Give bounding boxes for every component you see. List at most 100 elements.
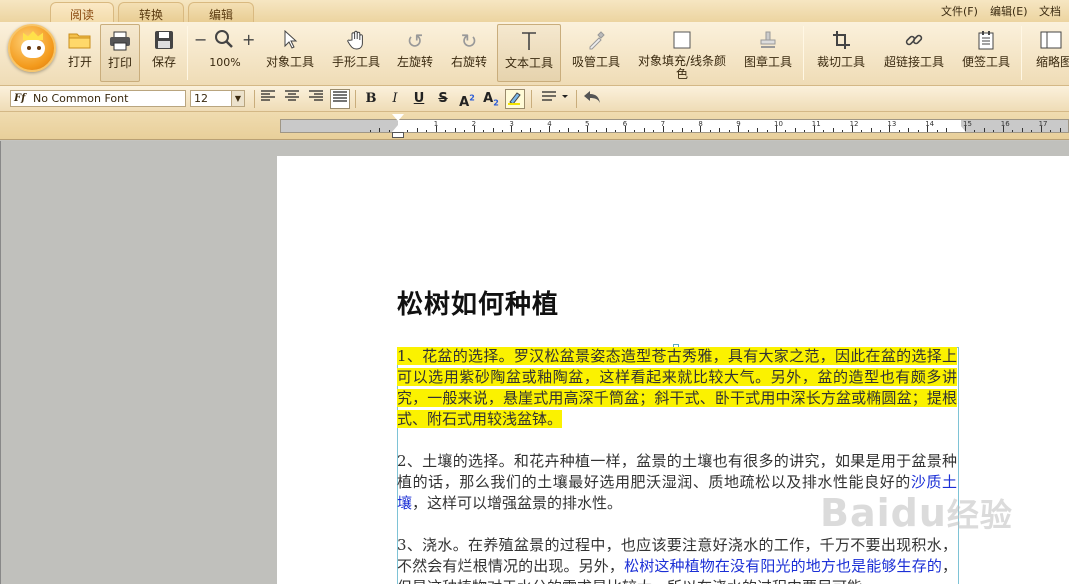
zoom-in-icon[interactable]: +	[242, 30, 255, 49]
text-cursor-icon	[498, 31, 560, 53]
rotate-right-icon: ↻	[460, 29, 478, 53]
paragraph-2-text: 2、土壤的选择。和花卉种植一样，盆景的土壤也有很多的讲究，如果是用于盆景种植的话…	[397, 452, 957, 491]
undo-button[interactable]	[582, 89, 602, 109]
left-indent-box[interactable]	[392, 132, 404, 138]
eyedropper-tool-button[interactable]: 吸管工具	[568, 24, 624, 82]
open-button[interactable]: 打开	[62, 24, 98, 82]
ruler-tick	[577, 130, 579, 132]
ruler-tick	[898, 130, 900, 132]
ruler-tick	[643, 128, 645, 132]
eye-icon	[37, 46, 41, 50]
print-label: 打印	[107, 56, 132, 70]
align-right-icon	[309, 90, 323, 101]
ruler-tick	[993, 130, 995, 132]
eye-icon	[27, 46, 31, 50]
mascot-face-icon	[21, 40, 45, 58]
chevron-down-icon[interactable]: ▼	[231, 91, 244, 106]
ruler-number: 5	[585, 120, 590, 128]
tab-edit[interactable]: 编辑	[188, 2, 254, 22]
zoom-out-icon[interactable]: −	[194, 30, 207, 49]
ruler-tick	[1021, 128, 1023, 132]
ruler-tick	[369, 130, 371, 132]
undo-arrow-icon	[584, 91, 600, 103]
highlight-button[interactable]	[505, 89, 525, 109]
line-spacing-button[interactable]	[538, 89, 570, 109]
subscript-button[interactable]: A2	[481, 89, 501, 109]
align-left-button[interactable]	[258, 89, 278, 109]
magnifier-icon[interactable]	[214, 29, 234, 53]
align-left-icon	[261, 90, 275, 101]
paragraph-3[interactable]: 3、浇水。在养殖盆景的过程中，也应该要注意好浇水的工作，千万不要出现积水，不然会…	[397, 535, 957, 584]
ruler-number: 17	[1038, 120, 1048, 128]
font-size-select[interactable]: 12 ▼	[190, 90, 245, 107]
crop-icon	[812, 30, 870, 52]
fill-color-button[interactable]: 对象填充/线条颜色	[634, 24, 730, 82]
justify-button[interactable]	[330, 89, 350, 109]
line-spacing-icon	[542, 91, 568, 101]
bold-button[interactable]: B	[361, 89, 381, 109]
zoom-level[interactable]: 100%	[192, 56, 258, 69]
ruler-tick	[908, 128, 910, 132]
ruler-tick	[719, 128, 721, 132]
stamp-tool-button[interactable]: 图章工具	[740, 24, 796, 82]
text-tool-button[interactable]: 文本工具	[497, 24, 561, 82]
save-button[interactable]: 保存	[146, 24, 182, 82]
right-indent-marker[interactable]	[954, 125, 966, 132]
strikethrough-button[interactable]: S	[433, 89, 453, 109]
underline-button[interactable]: U	[409, 89, 429, 109]
ruler-tick	[870, 128, 872, 132]
hyperlink-tool-button[interactable]: 超链接工具	[880, 24, 948, 82]
ruler-tick	[615, 130, 617, 132]
eyedropper-icon	[568, 30, 624, 52]
ruler-number: 7	[660, 120, 666, 128]
hand-tool-button[interactable]: 手形工具	[328, 24, 384, 82]
left-indent-marker[interactable]	[392, 125, 404, 132]
first-line-indent-marker[interactable]	[392, 114, 404, 121]
object-tool-button[interactable]: 对象工具	[262, 24, 318, 82]
ruler-margin-left	[281, 120, 398, 132]
ruler-tick	[1050, 130, 1052, 132]
menu-edit[interactable]: 编辑(E)	[990, 3, 1028, 19]
ruler-tick	[804, 130, 806, 132]
watermark-brand: Bai	[820, 491, 891, 535]
menu-file[interactable]: 文件(F)	[941, 3, 978, 19]
align-right-button[interactable]	[306, 89, 326, 109]
document-title[interactable]: 松树如何种植	[397, 284, 559, 321]
align-center-button[interactable]	[282, 89, 302, 109]
font-name-value: No Common Font	[33, 92, 129, 105]
paragraph-1[interactable]: 1、花盆的选择。罗汉松盆景姿态造型苍古秀雅，具有大家之范，因此在盆的选择上可以选…	[397, 346, 957, 430]
print-button[interactable]: 打印	[100, 24, 140, 82]
crop-tool-button[interactable]: 裁切工具	[812, 24, 870, 82]
tab-read[interactable]: 阅读	[50, 2, 114, 22]
ruler-tick	[861, 130, 863, 132]
font-name-field[interactable]: Ff No Common Font	[10, 90, 186, 107]
ruler-tick	[794, 128, 796, 132]
rotate-left-button[interactable]: ↺ 左旋转	[392, 24, 438, 82]
menu-document[interactable]: 文档	[1039, 3, 1061, 19]
app-logo-button[interactable]	[8, 24, 56, 72]
rotate-right-button[interactable]: ↻ 右旋转	[446, 24, 492, 82]
justify-icon	[333, 91, 347, 102]
font-icon: Ff	[14, 93, 26, 104]
toolbar-divider	[254, 90, 255, 108]
ruler-tick	[388, 130, 390, 132]
note-tool-label: 便签工具	[961, 55, 1010, 69]
italic-button[interactable]: I	[385, 89, 405, 109]
ruler-tick	[823, 130, 825, 132]
thumbnail-panel-icon	[1040, 30, 1069, 52]
ruler-number: 6	[622, 120, 628, 128]
ruler-tick	[568, 128, 570, 132]
highlighter-icon	[508, 92, 521, 105]
stamp-icon	[740, 30, 796, 52]
superscript-button[interactable]: A2	[457, 89, 477, 110]
ruler-number: 9	[736, 120, 741, 128]
ruler-tick	[936, 130, 938, 132]
ruler-tick	[530, 128, 532, 132]
ribbon-divider	[1021, 26, 1022, 80]
ruler-tick	[1012, 130, 1014, 132]
hand-icon	[328, 30, 384, 52]
note-tool-button[interactable]: 便签工具	[958, 24, 1014, 82]
thumbnail-button[interactable]: 缩略图	[1030, 24, 1069, 82]
tab-convert[interactable]: 转换	[118, 2, 184, 22]
thumbnail-label: 缩略图	[1036, 55, 1069, 69]
